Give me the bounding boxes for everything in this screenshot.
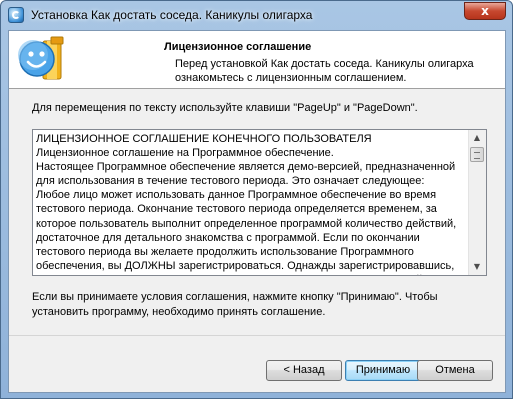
close-button[interactable]: x [464,2,506,20]
installer-window: Установка Как достать соседа. Каникулы о… [0,0,513,399]
arrow-down-icon[interactable]: ▼ [469,259,485,275]
title-bar[interactable]: Установка Как достать соседа. Каникулы о… [1,1,512,29]
vertical-scrollbar[interactable]: ▲ ▼ [468,130,486,275]
window-title: Установка Как достать соседа. Каникулы о… [31,8,313,22]
accept-button[interactable]: Принимаю [345,360,421,381]
license-textbox[interactable]: ЛИЦЕНЗИОННОЕ СОГЛАШЕНИЕ КОНЕЧНОГО ПОЛЬЗО… [32,129,487,276]
page-title: Лицензионное соглашение [164,41,312,53]
cancel-button[interactable]: Отмена [417,360,493,381]
close-icon: x [481,4,489,18]
smiley-box-logo [18,36,64,80]
accept-instructions: Если вы принимаете условия соглашения, н… [32,291,438,318]
button-divider [9,335,505,336]
installer-app-icon [8,7,24,23]
arrow-up-icon[interactable]: ▲ [469,130,485,146]
wizard-panel: Лицензионное соглашение Перед установкой… [8,30,506,393]
wizard-header: Лицензионное соглашение Перед установкой… [9,31,505,89]
license-text: ЛИЦЕНЗИОННОЕ СОГЛАШЕНИЕ КОНЕЧНОГО ПОЛЬЗО… [36,133,457,275]
back-button[interactable]: < Назад [266,360,342,381]
page-subtitle: Перед установкой Как достать соседа. Кан… [175,58,474,84]
navigation-hint: Для перемещения по тексту используйте кл… [32,102,418,114]
scroll-thumb[interactable] [470,147,484,162]
